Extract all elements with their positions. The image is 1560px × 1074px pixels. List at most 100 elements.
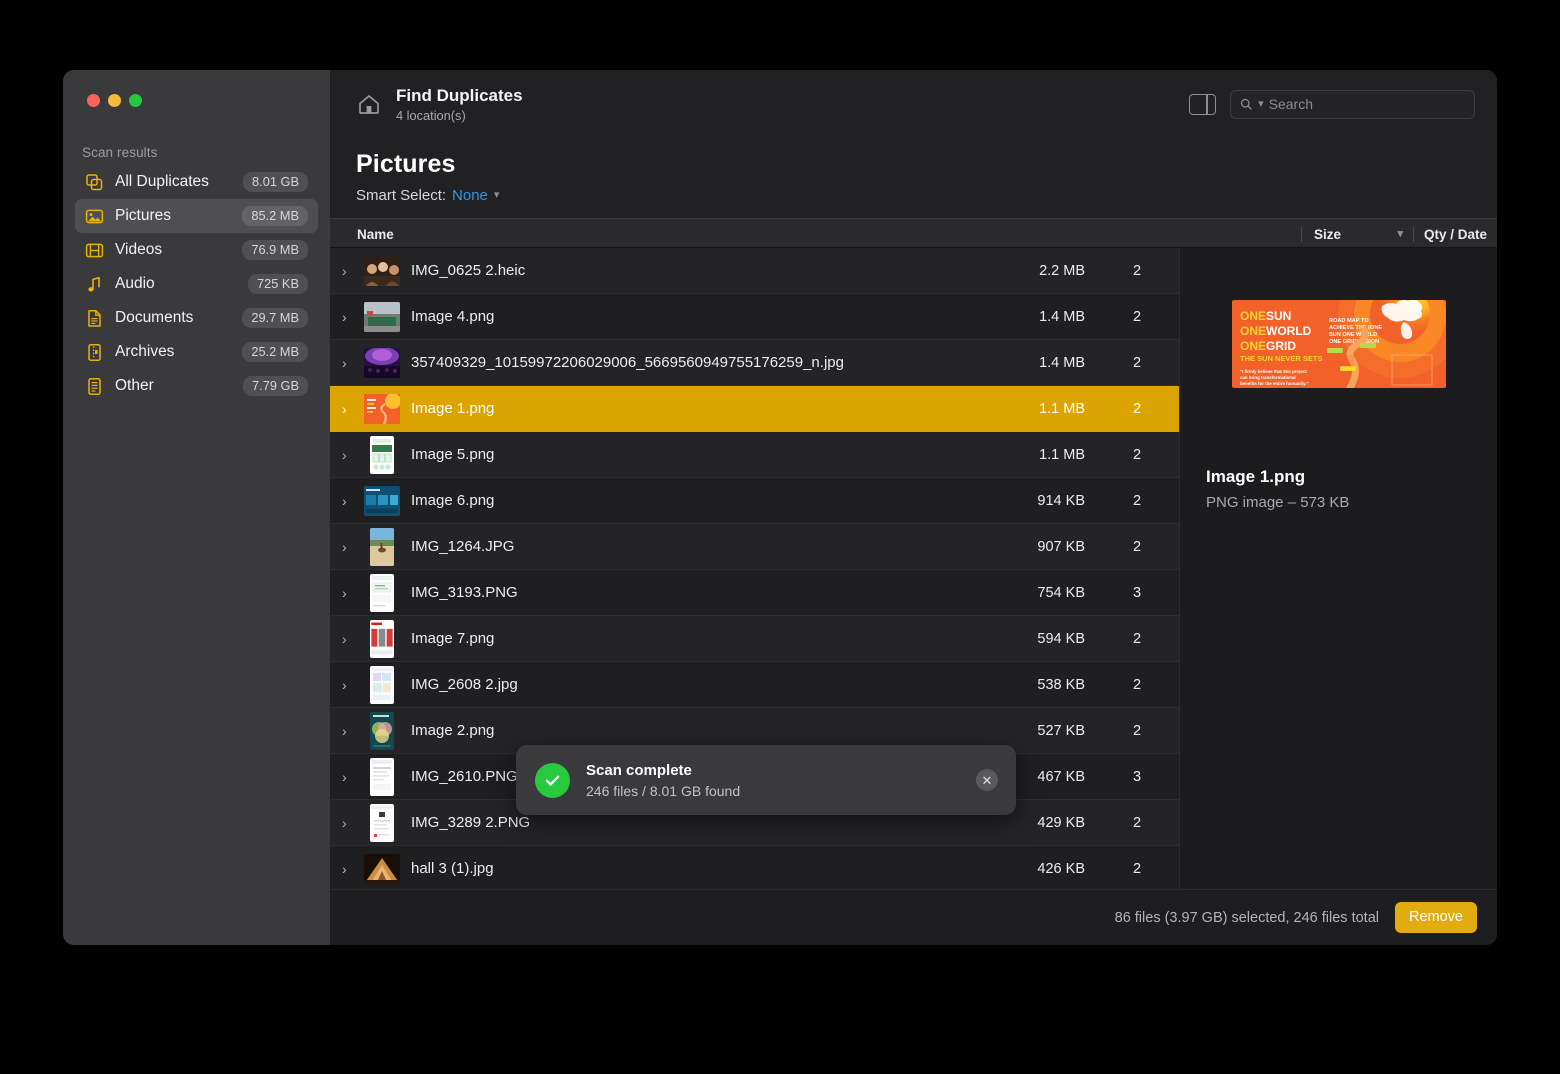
column-header-size-label: Size [1314, 227, 1342, 242]
archives-icon [84, 342, 104, 362]
svg-text:ONE: ONE [1240, 324, 1266, 338]
toolbar-right-group: ▾ [1189, 89, 1475, 119]
expand-chevron-right-icon[interactable]: › [342, 493, 364, 509]
toolbar: Find Duplicates 4 location(s) ▾ [330, 70, 1497, 138]
file-size: 527 KB [1037, 722, 1085, 739]
file-qty: 2 [1132, 814, 1142, 831]
sidebar-item-other[interactable]: Other 7.79 GB [75, 369, 318, 403]
expand-chevron-right-icon[interactable]: › [342, 631, 364, 647]
zoom-window-button[interactable] [129, 94, 142, 107]
file-size: 1.1 MB [1039, 400, 1085, 417]
column-header-size[interactable]: Size ▾ [1301, 227, 1413, 242]
file-size: 1.4 MB [1039, 354, 1085, 371]
file-qty: 2 [1132, 860, 1142, 877]
svg-text:ONE: ONE [1240, 339, 1266, 353]
table-row[interactable]: › Image 6.png 914 KB 2 [330, 478, 1179, 524]
expand-chevron-right-icon[interactable]: › [342, 355, 364, 371]
window-traffic-lights [63, 70, 330, 107]
table-row[interactable]: › Image 1.png 1.1 MB 2 [330, 386, 1179, 432]
preview-image: ONE SUN ONE WORLD ONE GRID THE SUN NEVER… [1231, 300, 1446, 388]
file-qty: 2 [1132, 400, 1142, 417]
sidebar-item-label: Other [115, 377, 154, 394]
sidebar-item-size: 25.2 MB [242, 342, 308, 362]
table-row[interactable]: › Image 5.png 1.1 MB 2 [330, 432, 1179, 478]
file-thumbnail [364, 347, 400, 378]
sidebar-item-label: Documents [115, 309, 194, 326]
file-size: 1.1 MB [1039, 446, 1085, 463]
file-thumbnail [370, 573, 394, 612]
svg-text:GRID: GRID [1266, 339, 1296, 353]
file-thumbnail [364, 393, 400, 424]
file-name: IMG_1264.JPG [411, 538, 515, 555]
table-row[interactable]: › Image 7.png 594 KB 2 [330, 616, 1179, 662]
sidebar-item-audio[interactable]: Audio 725 KB [75, 267, 318, 301]
file-thumbnail [364, 301, 400, 332]
toolbar-title-block: Find Duplicates 4 location(s) [396, 85, 523, 123]
sidebar-item-videos[interactable]: Videos 76.9 MB [75, 233, 318, 267]
svg-text:WORLD: WORLD [1266, 324, 1312, 338]
expand-chevron-right-icon[interactable]: › [342, 263, 364, 279]
sidebar-item-label: Pictures [115, 207, 171, 224]
home-icon[interactable] [354, 89, 384, 119]
sidebar-toggle-icon[interactable] [1189, 93, 1216, 115]
file-name: Image 2.png [411, 722, 495, 739]
table-row[interactable]: › Image 4.png 1.4 MB 2 [330, 294, 1179, 340]
file-thumbnail [364, 485, 400, 516]
expand-chevron-right-icon[interactable]: › [342, 677, 364, 693]
sidebar-item-documents[interactable]: Documents 29.7 MB [75, 301, 318, 335]
close-icon[interactable]: ✕ [976, 769, 998, 791]
table-row[interactable]: › IMG_3193.PNG 754 KB 3 [330, 570, 1179, 616]
file-size: 426 KB [1037, 860, 1085, 877]
expand-chevron-right-icon[interactable]: › [342, 815, 364, 831]
table-row[interactable]: › IMG_1264.JPG 907 KB 2 [330, 524, 1179, 570]
column-header-qty[interactable]: Qty / Date [1413, 227, 1497, 242]
expand-chevron-right-icon[interactable]: › [342, 401, 364, 417]
search-scope-chevron-down-icon[interactable]: ▾ [1258, 98, 1264, 110]
expand-chevron-right-icon[interactable]: › [342, 769, 364, 785]
expand-chevron-right-icon[interactable]: › [342, 585, 364, 601]
file-size: 2.2 MB [1039, 262, 1085, 279]
sidebar-item-archives[interactable]: Archives 25.2 MB [75, 335, 318, 369]
smart-select-value[interactable]: None [452, 187, 488, 204]
search-input[interactable] [1268, 96, 1465, 112]
close-window-button[interactable] [87, 94, 100, 107]
videos-icon [84, 240, 104, 260]
expand-chevron-right-icon[interactable]: › [342, 723, 364, 739]
table-row[interactable]: › IMG_0625 2.heic 2.2 MB 2 [330, 248, 1179, 294]
file-name: Image 4.png [411, 308, 495, 325]
table-row[interactable]: › 357409329_10159972206029006_56695609497… [330, 340, 1179, 386]
file-name: 357409329_10159972206029006_566956094975… [411, 354, 844, 371]
sidebar: Scan results All Duplicates 8.01 GB Pictur… [63, 70, 330, 945]
column-header: Name Size ▾ Qty / Date [330, 218, 1497, 248]
file-thumbnail [364, 853, 400, 884]
remove-button[interactable]: Remove [1395, 902, 1477, 933]
expand-chevron-right-icon[interactable]: › [342, 309, 364, 325]
file-qty: 2 [1132, 262, 1142, 279]
file-qty: 2 [1132, 538, 1142, 555]
sidebar-item-size: 85.2 MB [242, 206, 308, 226]
sort-chevron-down-icon[interactable]: ▾ [1397, 229, 1403, 240]
minimize-window-button[interactable] [108, 94, 121, 107]
file-name: Image 1.png [411, 400, 495, 417]
svg-text:SUN: SUN [1266, 309, 1291, 323]
pictures-icon [84, 206, 104, 226]
expand-chevron-right-icon[interactable]: › [342, 539, 364, 555]
sidebar-item-pictures[interactable]: Pictures 85.2 MB [75, 199, 318, 233]
table-row[interactable]: › IMG_2608 2.jpg 538 KB 2 [330, 662, 1179, 708]
file-qty: 3 [1132, 768, 1142, 785]
sidebar-item-all-duplicates[interactable]: All Duplicates 8.01 GB [75, 165, 318, 199]
toast-title: Scan complete [586, 761, 692, 779]
smart-select-control[interactable]: Smart Select: None ▾ [356, 187, 1473, 218]
sidebar-item-size: 29.7 MB [242, 308, 308, 328]
expand-chevron-right-icon[interactable]: › [342, 861, 364, 877]
preview-file-meta: PNG image – 573 KB [1206, 494, 1350, 511]
file-qty: 2 [1132, 722, 1142, 739]
column-header-name[interactable]: Name [330, 227, 1301, 242]
app-window: Scan results All Duplicates 8.01 GB Pictur… [63, 70, 1497, 945]
table-row[interactable]: › hall 3 (1).jpg 426 KB 2 [330, 846, 1179, 889]
expand-chevron-right-icon[interactable]: › [342, 447, 364, 463]
smart-select-chevron-down-icon[interactable]: ▾ [494, 190, 500, 201]
file-qty: 2 [1132, 492, 1142, 509]
search-field[interactable]: ▾ [1230, 89, 1475, 119]
sidebar-item-size: 725 KB [248, 274, 308, 294]
